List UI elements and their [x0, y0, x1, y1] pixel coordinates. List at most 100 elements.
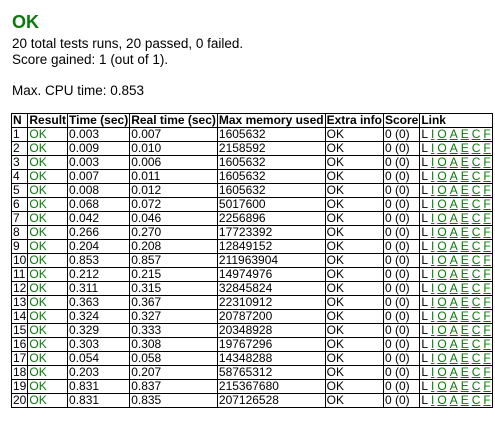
link-f[interactable]: F — [483, 393, 490, 407]
link-c[interactable]: C — [472, 183, 481, 197]
link-o[interactable]: O — [437, 211, 446, 225]
link-a[interactable]: A — [450, 365, 458, 379]
link-i[interactable]: I — [431, 239, 434, 253]
link-i[interactable]: I — [431, 309, 434, 323]
link-o[interactable]: O — [437, 323, 446, 337]
link-c[interactable]: C — [472, 253, 481, 267]
link-e[interactable]: E — [461, 197, 469, 211]
link-o[interactable]: O — [437, 365, 446, 379]
link-a[interactable]: A — [450, 379, 458, 393]
link-c[interactable]: C — [472, 379, 481, 393]
link-i[interactable]: I — [431, 211, 434, 225]
link-e[interactable]: E — [461, 239, 469, 253]
link-i[interactable]: I — [431, 393, 434, 407]
link-o[interactable]: O — [437, 393, 446, 407]
link-f[interactable]: F — [483, 141, 490, 155]
link-f[interactable]: F — [483, 379, 490, 393]
link-c[interactable]: C — [472, 309, 481, 323]
link-e[interactable]: E — [461, 225, 469, 239]
link-f[interactable]: F — [483, 267, 490, 281]
link-i[interactable]: I — [431, 155, 434, 169]
link-e[interactable]: E — [461, 211, 469, 225]
link-a[interactable]: A — [450, 309, 458, 323]
link-f[interactable]: F — [483, 281, 490, 295]
link-f[interactable]: F — [483, 169, 490, 183]
link-e[interactable]: E — [461, 155, 469, 169]
link-i[interactable]: I — [431, 253, 434, 267]
link-c[interactable]: C — [472, 393, 481, 407]
link-i[interactable]: I — [431, 365, 434, 379]
link-f[interactable]: F — [483, 225, 490, 239]
link-c[interactable]: C — [472, 239, 481, 253]
link-e[interactable]: E — [461, 309, 469, 323]
link-c[interactable]: C — [472, 351, 481, 365]
link-c[interactable]: C — [472, 225, 481, 239]
link-o[interactable]: O — [437, 197, 446, 211]
link-i[interactable]: I — [431, 127, 434, 141]
link-c[interactable]: C — [472, 169, 481, 183]
link-c[interactable]: C — [472, 211, 481, 225]
link-o[interactable]: O — [437, 267, 446, 281]
link-c[interactable]: C — [472, 365, 481, 379]
link-c[interactable]: C — [472, 197, 481, 211]
link-f[interactable]: F — [483, 351, 490, 365]
link-c[interactable]: C — [472, 295, 481, 309]
link-e[interactable]: E — [461, 351, 469, 365]
link-f[interactable]: F — [483, 253, 490, 267]
link-c[interactable]: C — [472, 267, 481, 281]
link-a[interactable]: A — [450, 393, 458, 407]
link-f[interactable]: F — [483, 365, 490, 379]
link-a[interactable]: A — [450, 197, 458, 211]
link-a[interactable]: A — [450, 253, 458, 267]
link-a[interactable]: A — [450, 351, 458, 365]
link-i[interactable]: I — [431, 183, 434, 197]
link-e[interactable]: E — [461, 267, 469, 281]
link-a[interactable]: A — [450, 169, 458, 183]
link-o[interactable]: O — [437, 253, 446, 267]
link-i[interactable]: I — [431, 295, 434, 309]
link-e[interactable]: E — [461, 393, 469, 407]
link-c[interactable]: C — [472, 127, 481, 141]
link-f[interactable]: F — [483, 197, 490, 211]
link-c[interactable]: C — [472, 323, 481, 337]
link-e[interactable]: E — [461, 183, 469, 197]
link-c[interactable]: C — [472, 141, 481, 155]
link-o[interactable]: O — [437, 239, 446, 253]
link-a[interactable]: A — [450, 183, 458, 197]
link-i[interactable]: I — [431, 225, 434, 239]
link-i[interactable]: I — [431, 323, 434, 337]
link-a[interactable]: A — [450, 155, 458, 169]
link-e[interactable]: E — [461, 337, 469, 351]
link-a[interactable]: A — [450, 127, 458, 141]
link-e[interactable]: E — [461, 295, 469, 309]
link-e[interactable]: E — [461, 141, 469, 155]
link-o[interactable]: O — [437, 127, 446, 141]
link-e[interactable]: E — [461, 169, 469, 183]
link-o[interactable]: O — [437, 183, 446, 197]
link-o[interactable]: O — [437, 351, 446, 365]
link-f[interactable]: F — [483, 211, 490, 225]
link-i[interactable]: I — [431, 337, 434, 351]
link-c[interactable]: C — [472, 281, 481, 295]
link-f[interactable]: F — [483, 337, 490, 351]
link-i[interactable]: I — [431, 351, 434, 365]
link-a[interactable]: A — [450, 323, 458, 337]
link-e[interactable]: E — [461, 365, 469, 379]
link-e[interactable]: E — [461, 127, 469, 141]
link-f[interactable]: F — [483, 295, 490, 309]
link-i[interactable]: I — [431, 379, 434, 393]
link-e[interactable]: E — [461, 323, 469, 337]
link-f[interactable]: F — [483, 239, 490, 253]
link-i[interactable]: I — [431, 267, 434, 281]
link-f[interactable]: F — [483, 323, 490, 337]
link-o[interactable]: O — [437, 309, 446, 323]
link-o[interactable]: O — [437, 225, 446, 239]
link-a[interactable]: A — [450, 337, 458, 351]
link-o[interactable]: O — [437, 337, 446, 351]
link-a[interactable]: A — [450, 295, 458, 309]
link-e[interactable]: E — [461, 253, 469, 267]
link-f[interactable]: F — [483, 155, 490, 169]
link-a[interactable]: A — [450, 211, 458, 225]
link-c[interactable]: C — [472, 337, 481, 351]
link-f[interactable]: F — [483, 309, 490, 323]
